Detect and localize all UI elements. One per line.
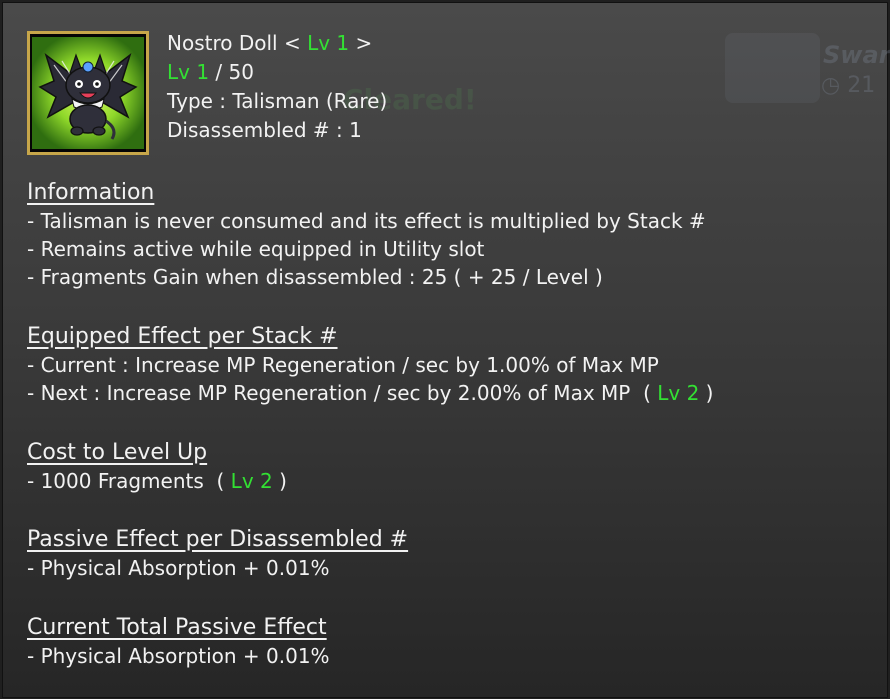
information-section: Information - Talisman is never consumed… <box>27 179 706 291</box>
item-tooltip-panel: Swar ◷ 21 Cleared! Nostro Doll < Lv 1 > … <box>2 2 890 698</box>
passive-effect-title: Passive Effect per Disassembled # <box>27 527 409 552</box>
item-icon-frame <box>27 31 149 155</box>
equipped-next-line: - Next : Increase MP Regeneration / sec … <box>27 381 631 405</box>
information-line: - Remains active while equipped in Utili… <box>27 237 485 261</box>
equipped-current-line: - Current : Increase MP Regeneration / s… <box>27 353 659 377</box>
cost-close: ) <box>279 469 287 493</box>
cost-section: Cost to Level Up - 1000 Fragments ( Lv 2… <box>27 439 287 495</box>
background-hud-title: Swar <box>823 41 890 69</box>
cost-level: Lv 2 <box>230 469 273 493</box>
equipped-next-level: Lv 2 <box>657 381 700 405</box>
item-level-row: Lv 1 / 50 <box>167 58 387 87</box>
item-name: Nostro Doll <box>167 31 278 55</box>
item-level-max: / 50 <box>215 60 254 84</box>
passive-effect-line: - Physical Absorption + 0.01% <box>27 556 330 580</box>
item-name-level: Lv 1 <box>307 31 350 55</box>
cost-title: Cost to Level Up <box>27 440 208 465</box>
equipped-next-open: ( <box>643 381 651 405</box>
item-name-lv-open: < <box>283 31 301 55</box>
item-name-lv-close: > <box>355 31 373 55</box>
total-passive-title: Current Total Passive Effect <box>27 615 327 640</box>
passive-effect-section: Passive Effect per Disassembled # - Phys… <box>27 526 408 582</box>
item-disassembled-count: Disassembled # : 1 <box>167 118 362 142</box>
item-type: Type : Talisman (Rare) <box>167 89 388 113</box>
cost-open: ( <box>216 469 225 493</box>
cost-line: - 1000 Fragments <box>27 469 204 493</box>
item-level: Lv 1 <box>167 60 210 84</box>
equipped-effect-section: Equipped Effect per Stack # - Current : … <box>27 323 713 407</box>
clock-icon: ◷ <box>821 73 841 98</box>
total-passive-section: Current Total Passive Effect - Physical … <box>27 614 330 670</box>
background-hud-timer: ◷ 21 <box>821 73 875 98</box>
background-hud-icon <box>725 33 820 103</box>
item-header: Nostro Doll < Lv 1 > Lv 1 / 50 Type : Ta… <box>167 29 387 145</box>
information-line: - Fragments Gain when disassembled : 25 … <box>27 265 603 289</box>
background-hud-timer-value: 21 <box>847 73 876 98</box>
equipped-next-row: - Next : Increase MP Regeneration / sec … <box>27 379 713 407</box>
equipped-effect-title: Equipped Effect per Stack # <box>27 324 338 349</box>
information-title: Information <box>27 180 155 205</box>
nostro-doll-bat-icon <box>32 37 144 149</box>
total-passive-line: - Physical Absorption + 0.01% <box>27 644 330 668</box>
equipped-next-close: ) <box>705 381 714 405</box>
cost-row: - 1000 Fragments ( Lv 2 ) <box>27 467 287 495</box>
item-name-row: Nostro Doll < Lv 1 > <box>167 29 387 58</box>
information-line: - Talisman is never consumed and its eff… <box>27 209 706 233</box>
